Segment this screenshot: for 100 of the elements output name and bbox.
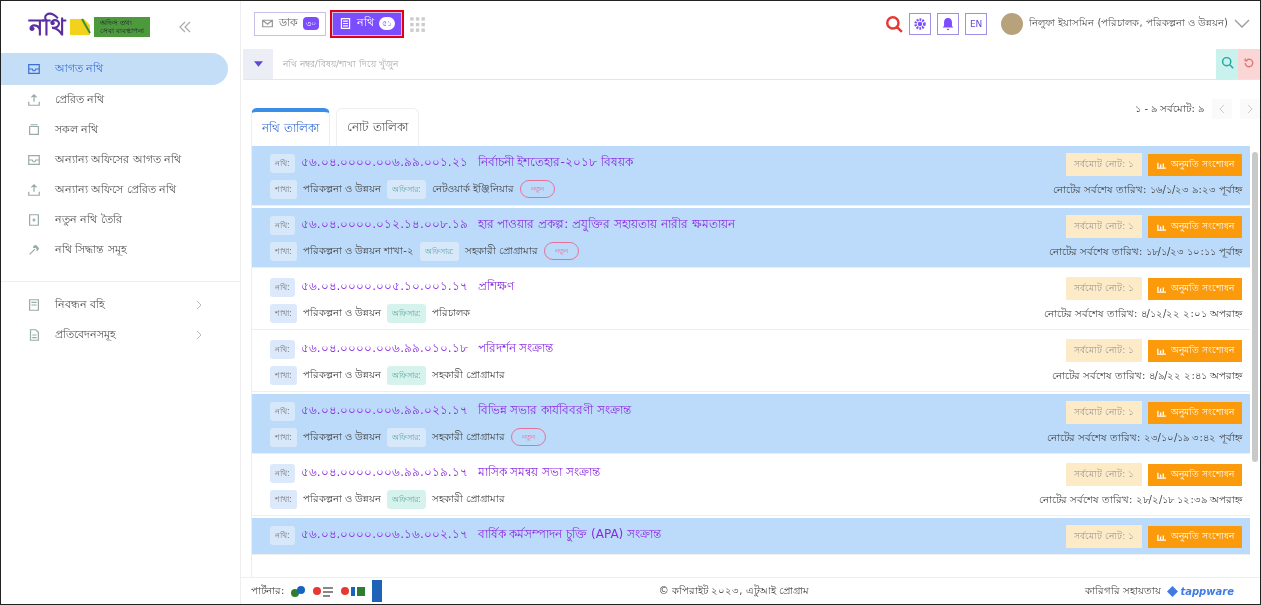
diamond-icon [1167, 585, 1179, 597]
field-label: নথি: [270, 277, 295, 297]
list-tab[interactable]: নথি তালিকা [251, 108, 330, 146]
officer-title: সহকারী প্রোগ্রামার [431, 491, 505, 506]
notifications-button[interactable] [937, 12, 960, 35]
sidebar-section[interactable]: প্রতিবেদনসমূহ [1, 320, 228, 350]
chart-icon [1156, 284, 1168, 293]
collapse-icon[interactable] [178, 21, 192, 33]
sidebar-item[interactable]: নতুন নথি তৈরি [1, 205, 228, 235]
search-icon [1220, 56, 1234, 69]
chevron-left-icon [1219, 103, 1225, 114]
note-count: সর্বমোট নোট: ১ [1066, 401, 1143, 424]
field-label: অফিসার: [387, 489, 426, 509]
chart-icon [1156, 222, 1168, 231]
stack-icon [27, 123, 41, 137]
user-name[interactable]: নিলুফা ইয়াসমিন (পরিচালক, পরিকল্পনা ও উন্নয়ন) [1029, 15, 1228, 32]
book-icon [27, 298, 41, 312]
inbox-icon [27, 153, 41, 167]
sidebar-section[interactable]: নিবন্ধন বহি [1, 290, 228, 320]
module-tab[interactable]: ডাক ৩০ [254, 11, 326, 36]
field-label: শাখা: [270, 241, 297, 261]
chart-icon [1156, 160, 1168, 169]
chart-icon [1156, 532, 1168, 541]
file-subject[interactable]: পরিদর্শন সংক্রান্ত [477, 339, 554, 359]
list-tab[interactable]: নোট তালিকা [335, 108, 419, 146]
field-label: শাখা: [270, 427, 297, 447]
file-row[interactable] [252, 208, 1250, 268]
partner-logo-icon [290, 584, 307, 598]
sidebar-item[interactable]: প্রেরিত নথি [1, 85, 228, 115]
field-label: শাখা: [270, 365, 297, 385]
file-number[interactable]: ৫৬.০৪.০০০০.০০৬.৯৯.০০১.২১ [300, 153, 468, 173]
file-subject[interactable]: বার্ষিক কর্মসম্পাদন চুক্তি (APA) সংক্রান্ত [477, 525, 662, 545]
upload-icon [27, 93, 41, 107]
support-label: কারিগরি সহায়তায় [1085, 583, 1162, 598]
branch-name: পরিকল্পনা ও উন্নয়ন শাখা-২ [302, 243, 414, 258]
search-icon[interactable] [885, 14, 904, 33]
file-number[interactable]: ৫৬.০৪.০০০০.০০৬.৯৯.০২১.১৭ [300, 401, 468, 421]
field-label: অফিসার: [387, 303, 426, 323]
sidebar-item[interactable]: অন্যান্য অফিসে প্রেরিত নথি [1, 175, 228, 205]
chart-icon [1156, 346, 1168, 355]
branch-name: পরিকল্পনা ও উন্নয়ন [302, 305, 382, 320]
settings-icon [913, 16, 928, 31]
brand-logo[interactable]: tappware [1167, 585, 1234, 597]
note-count: সর্বমোট নোট: ১ [1066, 153, 1143, 176]
reset-button[interactable] [1238, 49, 1260, 79]
filter-dropdown-button[interactable] [243, 49, 273, 79]
sidebar-item[interactable]: অন্যান্য অফিসের আগত নথি [1, 145, 228, 175]
scrollbar-thumb[interactable] [1252, 152, 1258, 462]
document-icon [339, 17, 352, 30]
field-label: শাখা: [270, 303, 297, 323]
file-subject[interactable]: নির্বাচনী ইশতেহার-২০১৮ বিষয়ক [477, 153, 633, 173]
chevron-right-icon [196, 300, 202, 310]
file-subject[interactable]: বিভিন্ন সভার কার্যবিবরণী সংক্রান্ত [477, 401, 632, 421]
module-tab[interactable]: নথি ৫১ [332, 11, 402, 36]
last-note-date: নোটের সর্বশেষ তারিখ: ১৮/১/২৩ ১০:১১ পূর্বাহ্ন [1048, 244, 1242, 260]
search-field[interactable]: নথি নম্বর/বিষয়/শাখা দিয়ে খুঁজুন [273, 49, 1216, 79]
file-number[interactable]: ৫৬.০৪.০০০০.০১২.১৪.০০৮.১৯ [300, 215, 468, 235]
field-label: নথি: [270, 339, 295, 359]
field-label: অফিসার: [387, 427, 426, 447]
partner-logo-icon [340, 584, 367, 598]
upload-icon [27, 183, 41, 197]
note-count: সর্বমোট নোট: ১ [1066, 339, 1143, 362]
chevron-down-icon[interactable] [1234, 18, 1250, 29]
note-count: সর্বমোট নোট: ১ [1066, 215, 1143, 238]
last-note-date: নোটের সর্বশেষ তারিখ: ২৩/১০/১৯ ৩:৪২ পূর্বাহ্ন [1046, 430, 1242, 446]
reset-icon [1243, 56, 1255, 69]
folder-logo-icon [68, 17, 92, 37]
gavel-icon [27, 243, 41, 257]
file-number[interactable]: ৫৬.০৪.০০০০.০০৬.৯৯.০১৯.১৭ [300, 463, 468, 483]
file-subject[interactable]: প্রশিক্ষণ [477, 277, 514, 297]
sidebar-item[interactable]: নথি সিদ্ধান্ত সমূহ [1, 235, 228, 265]
file-number[interactable]: ৫৬.০৪.০০০০.০০৫.১০.০০১.১৭ [300, 277, 468, 297]
field-label: শাখা: [270, 179, 297, 199]
apps-grid-icon[interactable] [408, 14, 426, 33]
file-subject[interactable]: মাসিক সমন্বয় সভা সংক্রান্ত [477, 463, 601, 483]
officer-title: নেটওয়ার্ক ইঞ্জিনিয়ার [431, 181, 514, 196]
settings-button[interactable] [909, 12, 932, 35]
caret-down-icon [253, 61, 263, 67]
avatar-icon[interactable] [1001, 12, 1024, 35]
field-label: অফিসার: [387, 365, 426, 385]
language-button[interactable]: EN [965, 12, 988, 35]
officer-title: সহকারী প্রোগ্রামার [431, 367, 505, 382]
partner-logo-icon [312, 584, 335, 598]
field-label: শাখা: [270, 489, 297, 509]
chart-icon [1156, 470, 1168, 479]
file-row[interactable]: নথি: ৫৬.০৪.০০০০.০০৬.১৬.০০২.১৭ বার্ষিক কর্মসম্পাদন চুক্তি (APA) সংক্রান্ত সর্বমোট নোট: ১ অনুমতি সংশোধন [252, 518, 1250, 555]
file-number[interactable]: ৫৬.০৪.০০০০.০০৬.১৬.০০২.১৭ [300, 525, 468, 545]
chevron-right-icon [196, 330, 202, 340]
field-label: নথি: [270, 525, 295, 545]
note-count: সর্বমোট নোট: ১ [1066, 277, 1143, 300]
inbox-icon [27, 62, 41, 76]
file-subject[interactable]: হার পাওয়ার প্রকল্প: প্রযুক্তির সহায়তায় নারীর ক্ষমতায়ন [477, 215, 735, 235]
partner-logo-icon [372, 580, 383, 602]
file-number[interactable]: ৫৬.০৪.০০০০.০০৬.৯৯.০১০.১৮ [300, 339, 468, 359]
copyright-text: © কপিরাইট ২০২৩, এটুআই প্রোগ্রাম [658, 583, 809, 599]
sidebar-item[interactable]: আগত নথি [1, 53, 228, 85]
sidebar-item[interactable]: সকল নথি [1, 115, 228, 145]
search-button[interactable] [1216, 49, 1238, 79]
officer-title: সহকারী প্রোগ্রামার [431, 429, 505, 444]
officer-title: সহকারী প্রোগ্রামার [464, 243, 538, 258]
